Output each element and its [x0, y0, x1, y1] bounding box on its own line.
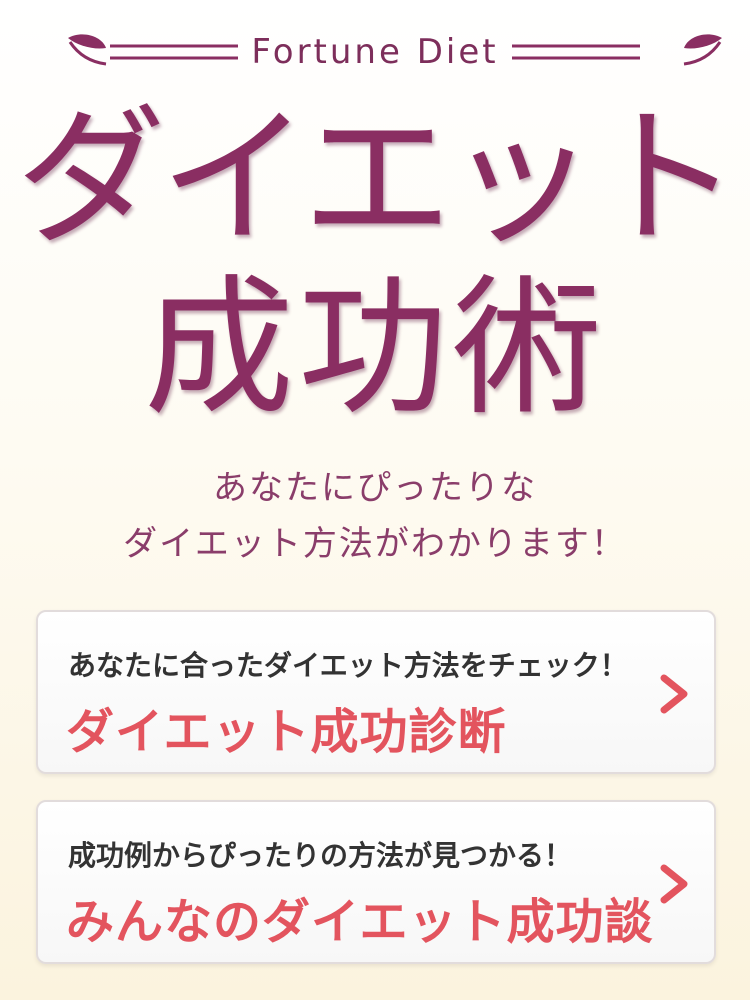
leaf-flourish-right-icon — [683, 34, 722, 66]
subtitle-line1: あなたにぴったりな — [213, 468, 537, 508]
diet-diagnosis-button[interactable]: あなたに合ったダイエット方法をチェック！ ダイエット成功診断 — [36, 610, 716, 774]
subtitle-line2: ダイエット方法がわかります！ — [123, 524, 627, 564]
brand-header: Fortune Diet — [0, 28, 750, 82]
success-stories-button[interactable]: 成功例からぴったりの方法が見つかる！ みんなのダイエット成功談 — [36, 800, 716, 964]
card-title-text: ダイエット成功診断 — [66, 704, 507, 760]
chevron-right-icon — [660, 864, 688, 904]
hero-title-line1: ダイエット — [15, 92, 741, 266]
hero-title-line2: 成功術 — [143, 262, 606, 436]
card-title-text: みんなのダイエット成功談 — [66, 894, 654, 950]
chevron-right-icon — [660, 674, 688, 714]
double-rule-right — [512, 44, 640, 60]
card-lead-text: あなたに合ったダイエット方法をチェック！ — [68, 649, 628, 682]
card-lead-text: 成功例からぴったりの方法が見つかる！ — [68, 839, 573, 872]
